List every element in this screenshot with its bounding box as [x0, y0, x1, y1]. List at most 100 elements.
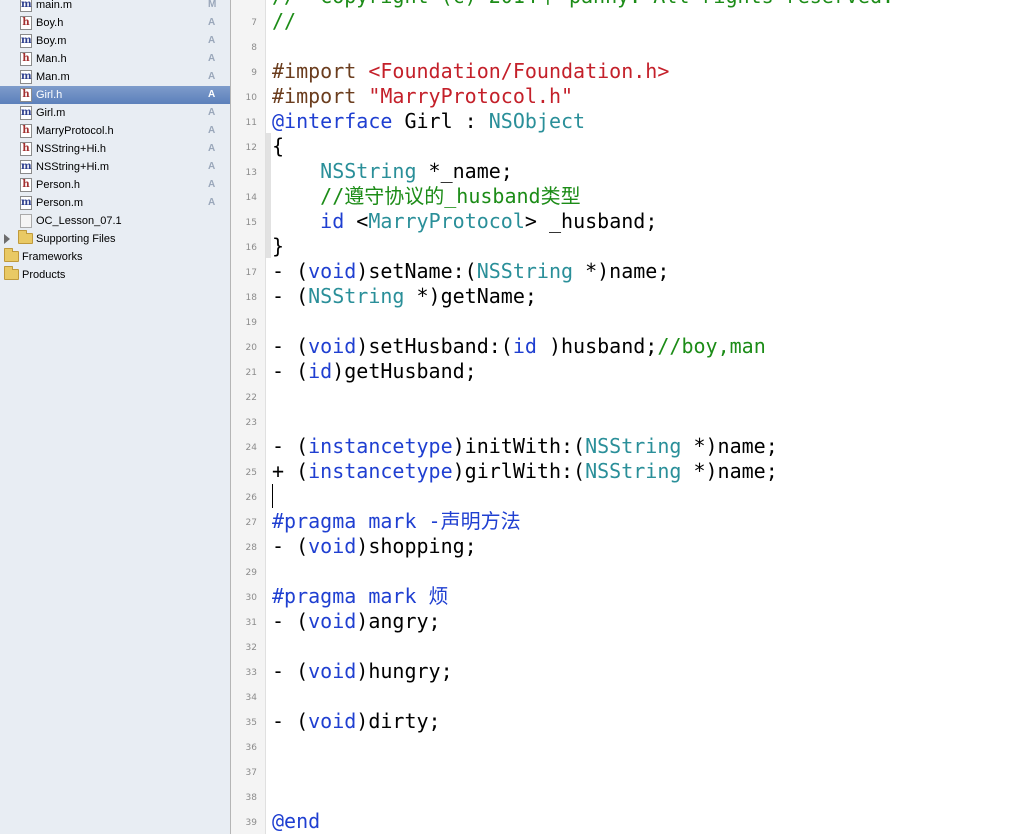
line-number: 35 [245, 718, 257, 728]
code-token: )dirty; [356, 709, 441, 733]
code-token: NSString [320, 159, 417, 183]
code-line[interactable]: NSString *_name; [272, 159, 513, 184]
line-number: 21 [245, 368, 257, 378]
code-token: <Foundation/Foundation.h> [368, 59, 670, 83]
navigator-item-oc-lesson-07-1[interactable]: OC_Lesson_07.1 [0, 212, 230, 230]
code-token: NSString [308, 284, 405, 308]
code-token: #pragma mark 烦 [272, 584, 449, 608]
source-control-status-badge: A [208, 53, 216, 64]
navigator-group-supporting-files[interactable]: Supporting Files [0, 230, 230, 248]
source-control-status-badge: A [208, 35, 216, 46]
navigator-item-main-m[interactable]: m main.m M [0, 0, 230, 14]
code-token: - ( [272, 609, 309, 633]
code-token: )shopping; [356, 534, 477, 558]
disclosure-triangle-icon[interactable] [4, 234, 10, 244]
navigator-group-frameworks[interactable]: Frameworks [0, 248, 230, 266]
code-token: *)name; [681, 434, 778, 458]
header-file-icon: h [20, 52, 32, 66]
code-token: } [272, 234, 285, 258]
code-token: void [308, 609, 357, 633]
header-file-icon: h [20, 178, 32, 192]
code-line[interactable]: - (void)shopping; [272, 534, 477, 559]
line-number: 30 [245, 593, 257, 603]
code-line[interactable]: #pragma mark -声明方法 [272, 509, 521, 534]
code-token: - ( [272, 659, 309, 683]
navigator-item-person-h[interactable]: h Person.h A [0, 176, 230, 194]
code-token: NSString [585, 459, 682, 483]
header-file-icon: h [20, 142, 32, 156]
code-line[interactable]: //遵守协议的_husband类型 [272, 184, 581, 209]
source-control-status-badge: A [208, 197, 216, 208]
code-line[interactable]: id <MarryProtocol> _husband; [272, 209, 657, 234]
source-file-icon: m [20, 34, 32, 48]
navigator-item-person-m[interactable]: m Person.m A [0, 194, 230, 212]
code-token: )setHusband:( [356, 334, 513, 358]
line-number: 39 [245, 818, 257, 828]
code-line[interactable]: - (void)hungry; [272, 659, 453, 684]
source-control-status-badge: A [208, 125, 216, 136]
line-number: 13 [245, 168, 257, 178]
navigator-item-label: Boy.h [36, 17, 64, 29]
navigator-item-nsstring-hi-m[interactable]: m NSString+Hi.m A [0, 158, 230, 176]
source-control-status-badge: A [208, 89, 216, 100]
code-line[interactable]: - (void)setHusband:(id )husband;//boy,ma… [272, 334, 766, 359]
code-token: NSObject [488, 109, 586, 133]
navigator-item-nsstring-hi-h[interactable]: h NSString+Hi.h A [0, 140, 230, 158]
header-file-icon: h [20, 88, 32, 102]
navigator-item-girl-m[interactable]: m Girl.m A [0, 104, 230, 122]
code-line[interactable]: // Copyright (c) 2014年 panny. All rights… [272, 0, 894, 9]
code-editor[interactable]: // Copyright (c) 2014年 panny. All rights… [266, 0, 1009, 834]
code-token: - ( [272, 359, 309, 383]
line-number: 33 [245, 668, 257, 678]
code-line[interactable]: - (NSString *)getName; [272, 284, 537, 309]
code-token: )getHusband; [332, 359, 477, 383]
code-token: @interface [272, 109, 393, 133]
code-line[interactable]: + (instancetype)girlWith:(NSString *)nam… [272, 459, 778, 484]
code-line[interactable]: - (void)setName:(NSString *)name; [272, 259, 669, 284]
line-number: 9 [251, 68, 257, 78]
code-token: *)name; [573, 259, 670, 283]
navigator-item-label: Boy.m [36, 35, 67, 47]
navigator-item-label: Girl.m [36, 107, 66, 119]
line-number: 7 [251, 18, 257, 28]
navigator-item-man-h[interactable]: h Man.h A [0, 50, 230, 68]
code-line[interactable]: - (instancetype)initWith:(NSString *)nam… [272, 434, 778, 459]
line-number: 29 [245, 568, 257, 578]
code-token: #pragma mark -声明方法 [272, 509, 521, 533]
code-token: void [308, 259, 357, 283]
code-line[interactable]: @end [272, 809, 320, 834]
source-control-status-badge: A [208, 71, 216, 82]
project-navigator: m main.m Mh Boy.h Am Boy.m Ah Man.h Am Man.m Ah Gir… [0, 0, 231, 834]
code-token: id [512, 334, 537, 358]
code-line[interactable]: - (void)dirty; [272, 709, 441, 734]
code-line[interactable]: @interface Girl : NSObject [272, 109, 585, 134]
code-line[interactable]: #import "MarryProtocol.h" [272, 84, 573, 109]
navigator-item-girl-h[interactable]: h Girl.h A [0, 86, 230, 104]
code-token: NSString [585, 434, 682, 458]
code-line[interactable]: #pragma mark 烦 [272, 584, 449, 609]
navigator-item-label: OC_Lesson_07.1 [36, 215, 122, 227]
line-number: 26 [245, 493, 257, 503]
navigator-item-boy-m[interactable]: m Boy.m A [0, 32, 230, 50]
source-control-status-badge: M [208, 0, 217, 10]
source-control-status-badge: A [208, 179, 216, 190]
code-line[interactable]: } [272, 234, 284, 259]
navigator-item-boy-h[interactable]: h Boy.h A [0, 14, 230, 32]
navigator-group-products[interactable]: Products [0, 266, 230, 284]
navigator-item-label: MarryProtocol.h [36, 125, 114, 137]
code-line[interactable]: { [272, 134, 284, 159]
code-token: Girl : [392, 109, 489, 133]
code-token: @end [272, 809, 321, 833]
code-line[interactable]: // [272, 9, 296, 34]
source-file-icon: m [20, 106, 32, 120]
navigator-item-label: Man.m [36, 71, 70, 83]
code-token: // [272, 9, 297, 33]
navigator-item-marryprotocol-h[interactable]: h MarryProtocol.h A [0, 122, 230, 140]
code-line[interactable]: - (id)getHusband; [272, 359, 477, 384]
navigator-item-man-m[interactable]: m Man.m A [0, 68, 230, 86]
navigator-item-label: Person.m [36, 197, 84, 209]
code-token: //遵守协议的_husband类型 [320, 184, 581, 208]
code-line[interactable]: #import <Foundation/Foundation.h> [272, 59, 669, 84]
code-line[interactable]: - (void)angry; [272, 609, 441, 634]
